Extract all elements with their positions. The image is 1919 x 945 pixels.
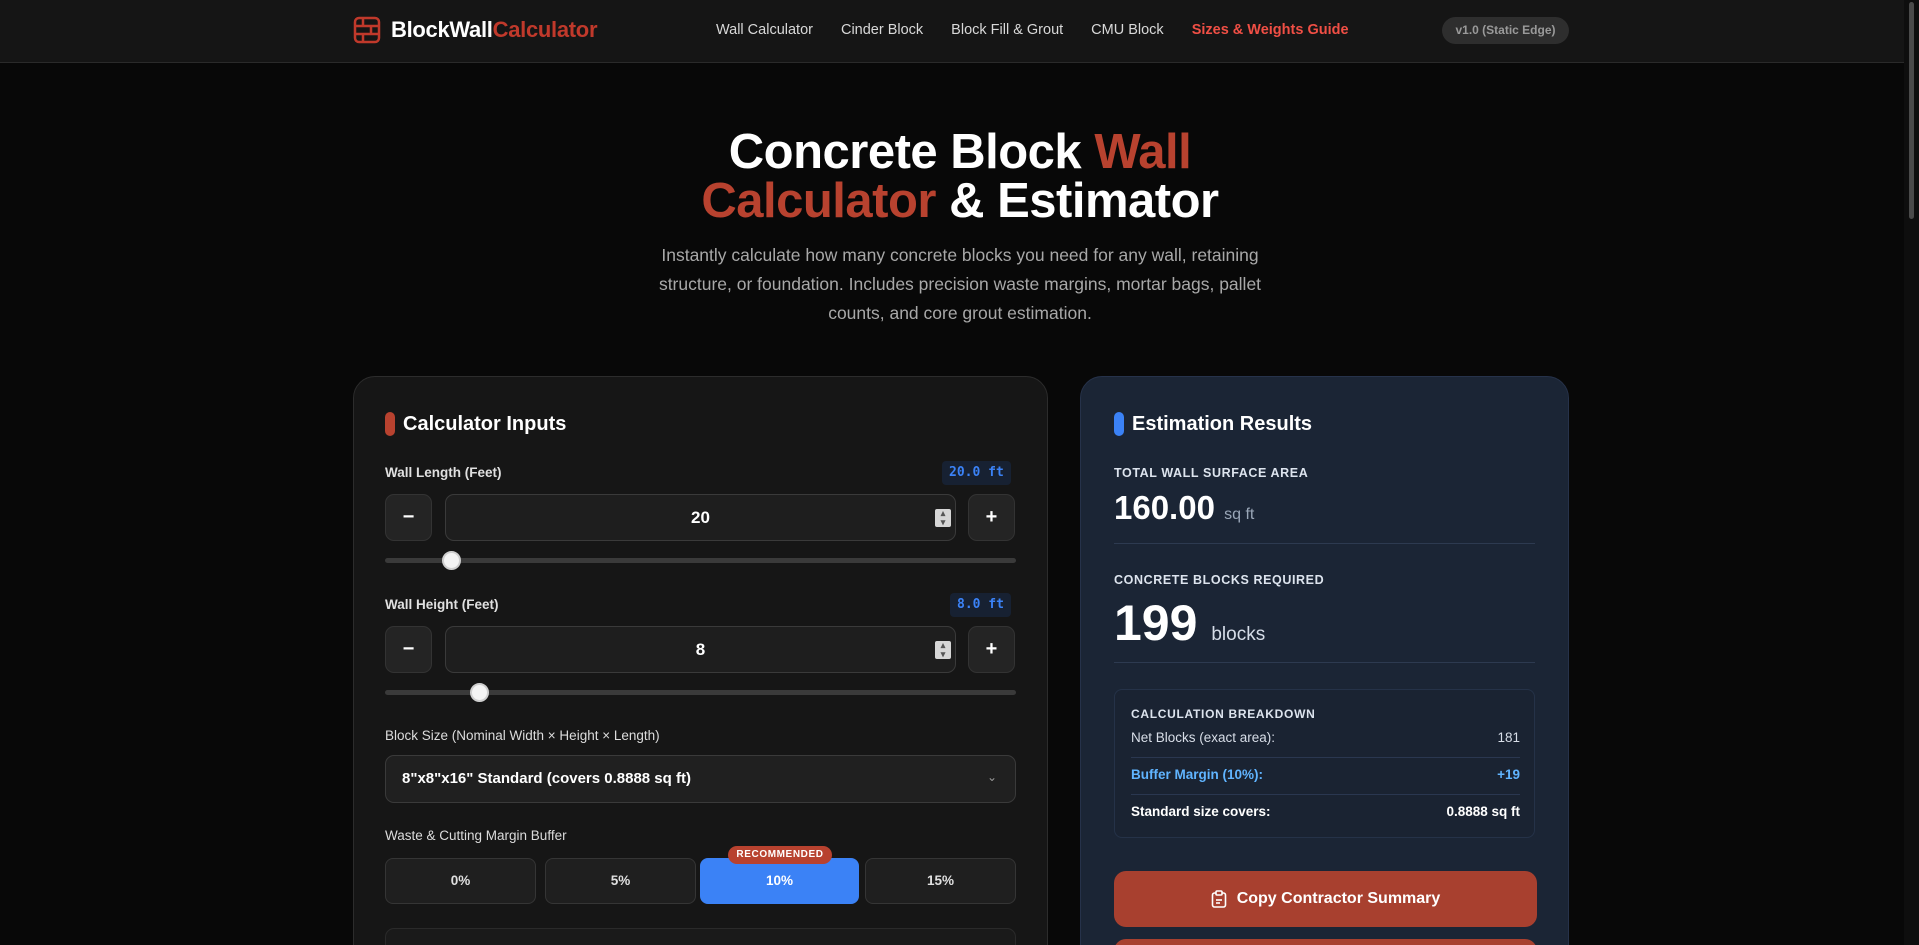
- heading-accent-bar: [1114, 412, 1124, 436]
- area-label: TOTAL WALL SURFACE AREA: [1114, 466, 1309, 480]
- wall-height-slider-thumb[interactable]: [470, 683, 490, 702]
- title-part4: & Estimator: [936, 174, 1219, 228]
- wall-height-value: 8: [695, 640, 706, 659]
- area-number: 160.00: [1114, 489, 1215, 526]
- nav-link-cinder-block[interactable]: Cinder Block: [841, 22, 923, 38]
- block-size-label: Block Size (Nominal Width × Height × Len…: [385, 728, 660, 743]
- estimation-results-panel: Estimation Results TOTAL WALL SURFACE AR…: [1080, 376, 1569, 945]
- area-unit: sq ft: [1224, 506, 1255, 523]
- chevron-down-icon: ⌄: [986, 770, 997, 784]
- next-section-card: [385, 928, 1016, 945]
- nav-link-sizes-weights-guide[interactable]: Sizes & Weights Guide: [1192, 22, 1349, 38]
- spinner-arrows-icon[interactable]: ▴ ▾: [935, 641, 951, 659]
- spinner-arrows-icon[interactable]: ▴ ▾: [935, 509, 951, 527]
- divider: [1131, 757, 1520, 758]
- breakdown-label: Net Blocks (exact area):: [1131, 730, 1276, 745]
- waste-option-5[interactable]: 5%: [545, 858, 696, 904]
- nav-links: Wall Calculator Cinder Block Block Fill …: [716, 22, 1349, 38]
- breakdown-label: Standard size covers:: [1131, 804, 1271, 819]
- waste-option-10[interactable]: 10%: [700, 858, 859, 904]
- wall-height-increment-button[interactable]: +: [968, 626, 1015, 673]
- blocks-label: CONCRETE BLOCKS REQUIRED: [1114, 573, 1325, 587]
- breakdown-row-size-coverage: Standard size covers: 0.8888 sq ft: [1131, 804, 1520, 824]
- logo[interactable]: BlockWallCalculator: [353, 16, 598, 44]
- wall-height-decrement-button[interactable]: −: [385, 626, 432, 673]
- title-part3: Calculator: [701, 174, 936, 228]
- wall-height-input[interactable]: 8 ▴ ▾: [445, 626, 956, 673]
- recommended-badge: RECOMMENDED: [728, 846, 832, 864]
- title-part2: Wall: [1094, 125, 1192, 179]
- block-size-selected-value: 8"x8"x16" Standard (covers 0.8888 sq ft): [402, 770, 691, 787]
- breakdown-label: Buffer Margin (10%):: [1131, 767, 1264, 782]
- nav-link-block-fill-grout[interactable]: Block Fill & Grout: [951, 22, 1063, 38]
- breakdown-title: CALCULATION BREAKDOWN: [1131, 707, 1316, 721]
- logo-text: BlockWallCalculator: [391, 17, 598, 43]
- blocks-value: 199 blocks: [1114, 594, 1265, 652]
- wall-length-input[interactable]: 20 ▴ ▾: [445, 494, 956, 541]
- wall-length-increment-button[interactable]: +: [968, 494, 1015, 541]
- breakdown-value: +19: [1497, 767, 1520, 782]
- blocks-unit: blocks: [1211, 624, 1266, 645]
- page-scrollbar[interactable]: [1904, 0, 1919, 945]
- title-part1: Concrete Block: [728, 125, 1095, 179]
- version-badge: v1.0 (Static Edge): [1442, 17, 1569, 44]
- wall-length-label: Wall Length (Feet): [385, 465, 502, 480]
- waste-margin-label: Waste & Cutting Margin Buffer: [385, 828, 567, 843]
- inputs-heading-text: Calculator Inputs: [403, 412, 567, 435]
- block-size-select[interactable]: 8"x8"x16" Standard (covers 0.8888 sq ft)…: [385, 755, 1016, 803]
- inputs-heading: Calculator Inputs: [385, 412, 566, 436]
- wall-height-label: Wall Height (Feet): [385, 597, 499, 612]
- copy-button-label: Copy Contractor Summary: [1236, 890, 1441, 907]
- wall-length-value: 20: [691, 508, 710, 527]
- blocks-number: 199: [1114, 595, 1198, 651]
- heading-accent-bar: [385, 412, 395, 436]
- waste-option-0[interactable]: 0%: [385, 858, 536, 904]
- wall-height-badge: 8.0 ft: [950, 593, 1011, 617]
- page-title: Concrete Block Wall Calculator & Estimat…: [560, 128, 1360, 226]
- brick-wall-icon: [353, 16, 381, 44]
- waste-option-15[interactable]: 15%: [865, 858, 1016, 904]
- top-navbar: BlockWallCalculator Wall Calculator Cind…: [0, 0, 1919, 63]
- nav-link-cmu-block[interactable]: CMU Block: [1091, 22, 1164, 38]
- calculation-breakdown: CALCULATION BREAKDOWN Net Blocks (exact …: [1114, 689, 1535, 838]
- wall-length-slider[interactable]: [385, 558, 1016, 563]
- breakdown-row-buffer: Buffer Margin (10%): +19: [1131, 767, 1520, 787]
- divider: [1131, 794, 1520, 795]
- divider: [1114, 662, 1535, 663]
- wall-length-badge: 20.0 ft: [942, 461, 1011, 485]
- nav-link-wall-calculator[interactable]: Wall Calculator: [716, 22, 813, 38]
- area-value: 160.00 sq ft: [1114, 489, 1254, 527]
- results-heading-text: Estimation Results: [1132, 412, 1313, 435]
- copy-contractor-summary-button[interactable]: Copy Contractor Summary: [1114, 871, 1537, 927]
- scrollbar-thumb[interactable]: [1909, 2, 1914, 219]
- logo-text-part1: BlockWall: [391, 17, 493, 42]
- clipboard-icon: [1211, 890, 1227, 908]
- secondary-action-button[interactable]: [1114, 939, 1537, 945]
- breakdown-value: 0.8888 sq ft: [1446, 804, 1520, 819]
- results-heading: Estimation Results: [1114, 412, 1312, 436]
- wall-length-decrement-button[interactable]: −: [385, 494, 432, 541]
- page-subtitle: Instantly calculate how many concrete bl…: [658, 245, 1262, 323]
- divider: [1114, 543, 1535, 544]
- calculator-inputs-panel: Calculator Inputs Wall Length (Feet) 20.…: [353, 376, 1048, 945]
- breakdown-row-net-blocks: Net Blocks (exact area): 181: [1131, 730, 1520, 750]
- logo-text-part2: Calculator: [492, 17, 598, 42]
- wall-length-slider-thumb[interactable]: [441, 551, 461, 570]
- breakdown-value: 181: [1497, 730, 1520, 745]
